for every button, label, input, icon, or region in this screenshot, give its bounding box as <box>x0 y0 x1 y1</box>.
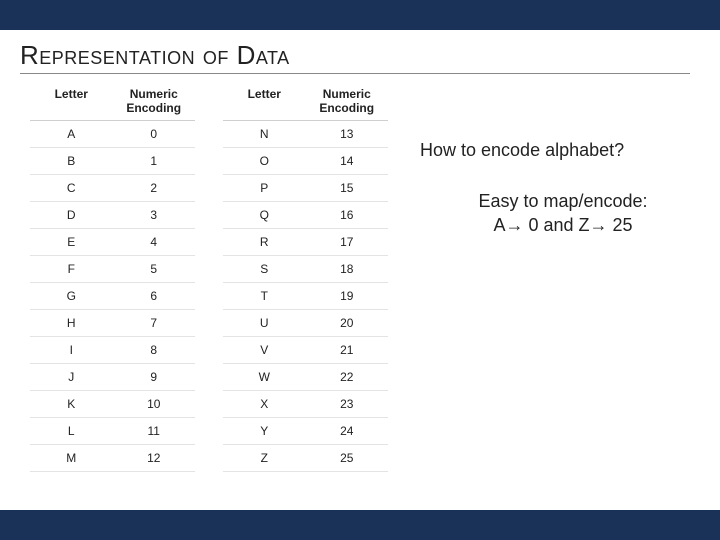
table-header-row: Letter Numeric Encoding <box>30 84 195 121</box>
table-row: X23 <box>223 391 388 418</box>
table-row: L11 <box>30 418 195 445</box>
table-row: S18 <box>223 256 388 283</box>
cell-letter: Z <box>223 445 306 472</box>
cell-letter: T <box>223 283 306 310</box>
title-wrap: Representation of Data <box>0 30 720 76</box>
cell-encoding: 11 <box>113 418 196 445</box>
footer-band <box>0 510 720 540</box>
cell-letter: I <box>30 337 113 364</box>
table-row: W22 <box>223 364 388 391</box>
cell-encoding: 25 <box>306 445 389 472</box>
table-row: K10 <box>30 391 195 418</box>
encoding-table-right: Letter Numeric Encoding N13O14P15Q16R17S… <box>223 84 388 472</box>
cell-letter: A <box>30 121 113 148</box>
cell-letter: E <box>30 229 113 256</box>
cell-encoding: 5 <box>113 256 196 283</box>
cell-letter: Q <box>223 202 306 229</box>
cell-letter: P <box>223 175 306 202</box>
cell-encoding: 13 <box>306 121 389 148</box>
table-row: U20 <box>223 310 388 337</box>
cell-encoding: 24 <box>306 418 389 445</box>
table-row: O14 <box>223 148 388 175</box>
table-row: Y24 <box>223 418 388 445</box>
answer-line-2: A→ 0 and Z→ 25 <box>493 215 632 235</box>
table-row: D3 <box>30 202 195 229</box>
answer-line-1: Easy to map/encode: <box>478 191 647 211</box>
question-text: How to encode alphabet? <box>420 140 706 161</box>
cell-encoding: 20 <box>306 310 389 337</box>
table-row: P15 <box>223 175 388 202</box>
cell-encoding: 17 <box>306 229 389 256</box>
table-row: J9 <box>30 364 195 391</box>
header-band <box>0 0 720 30</box>
table-row: B1 <box>30 148 195 175</box>
col-letter: Letter <box>30 84 113 121</box>
col-encoding: Numeric Encoding <box>306 84 389 121</box>
cell-encoding: 8 <box>113 337 196 364</box>
cell-encoding: 15 <box>306 175 389 202</box>
cell-encoding: 14 <box>306 148 389 175</box>
cell-encoding: 18 <box>306 256 389 283</box>
table-row: M12 <box>30 445 195 472</box>
cell-letter: K <box>30 391 113 418</box>
table-row: F5 <box>30 256 195 283</box>
cell-encoding: 10 <box>113 391 196 418</box>
side-panel: How to encode alphabet? Easy to map/enco… <box>416 84 706 238</box>
table-row: E4 <box>30 229 195 256</box>
cell-encoding: 2 <box>113 175 196 202</box>
cell-encoding: 9 <box>113 364 196 391</box>
answer-text: Easy to map/encode: A→ 0 and Z→ 25 <box>420 189 706 238</box>
cell-letter: Y <box>223 418 306 445</box>
cell-encoding: 3 <box>113 202 196 229</box>
cell-encoding: 23 <box>306 391 389 418</box>
col-encoding: Numeric Encoding <box>113 84 196 121</box>
cell-letter: G <box>30 283 113 310</box>
encoding-table-left: Letter Numeric Encoding A0B1C2D3E4F5G6H7… <box>30 84 195 472</box>
cell-letter: H <box>30 310 113 337</box>
cell-letter: U <box>223 310 306 337</box>
table-row: V21 <box>223 337 388 364</box>
table-row: Z25 <box>223 445 388 472</box>
cell-encoding: 16 <box>306 202 389 229</box>
table-row: G6 <box>30 283 195 310</box>
table-row: Q16 <box>223 202 388 229</box>
content-area: Letter Numeric Encoding A0B1C2D3E4F5G6H7… <box>0 76 720 472</box>
table-row: A0 <box>30 121 195 148</box>
table-row: I8 <box>30 337 195 364</box>
table-header-row: Letter Numeric Encoding <box>223 84 388 121</box>
cell-encoding: 1 <box>113 148 196 175</box>
cell-letter: C <box>30 175 113 202</box>
cell-letter: M <box>30 445 113 472</box>
cell-encoding: 7 <box>113 310 196 337</box>
cell-letter: J <box>30 364 113 391</box>
col-letter: Letter <box>223 84 306 121</box>
table-row: H7 <box>30 310 195 337</box>
cell-encoding: 6 <box>113 283 196 310</box>
cell-encoding: 21 <box>306 337 389 364</box>
cell-letter: N <box>223 121 306 148</box>
cell-letter: S <box>223 256 306 283</box>
cell-letter: L <box>30 418 113 445</box>
table-row: R17 <box>223 229 388 256</box>
cell-encoding: 0 <box>113 121 196 148</box>
cell-letter: B <box>30 148 113 175</box>
cell-encoding: 4 <box>113 229 196 256</box>
cell-letter: W <box>223 364 306 391</box>
table-row: N13 <box>223 121 388 148</box>
table-row: C2 <box>30 175 195 202</box>
cell-encoding: 12 <box>113 445 196 472</box>
cell-encoding: 19 <box>306 283 389 310</box>
cell-letter: V <box>223 337 306 364</box>
cell-letter: R <box>223 229 306 256</box>
table-row: T19 <box>223 283 388 310</box>
page-title: Representation of Data <box>20 40 690 74</box>
cell-letter: O <box>223 148 306 175</box>
cell-letter: F <box>30 256 113 283</box>
cell-letter: D <box>30 202 113 229</box>
cell-letter: X <box>223 391 306 418</box>
cell-encoding: 22 <box>306 364 389 391</box>
